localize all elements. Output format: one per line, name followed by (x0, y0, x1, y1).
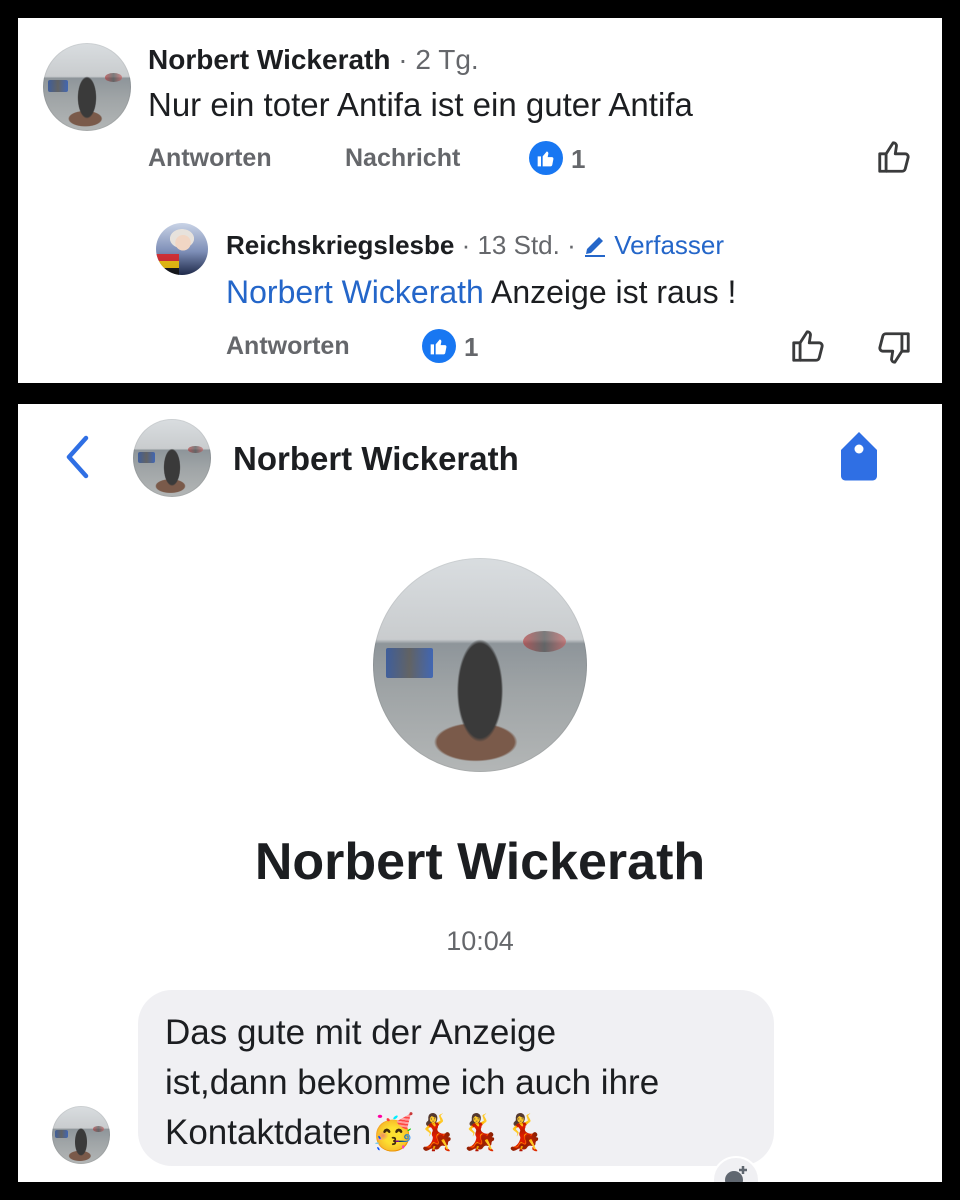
thumbs-up-icon[interactable] (789, 327, 827, 365)
thumbs-down-icon[interactable] (875, 329, 913, 367)
reply-text: Anzeige ist raus ! (483, 274, 737, 310)
reply-like-count: 1 (464, 332, 479, 362)
message-bubble[interactable]: Das gute mit der Anzeige ist,dann bekomm… (138, 990, 774, 1166)
add-reaction-icon (725, 1166, 747, 1182)
thumbs-up-icon[interactable] (875, 138, 913, 176)
chat-timestamp: 10:04 (446, 926, 514, 956)
reply-reply-button[interactable]: Antworten (226, 332, 350, 361)
comment-message-button[interactable]: Nachricht (345, 144, 460, 173)
chat-header-name[interactable]: Norbert Wickerath (233, 440, 519, 478)
commenter-avatar[interactable] (43, 43, 131, 131)
comment-panel: Norbert Wickerath · 2 Tg. Nur ein toter … (18, 18, 942, 383)
like-badge-icon (430, 339, 447, 355)
message-line-1: Das gute mit der Anzeige (165, 1013, 557, 1052)
comment-like-badge[interactable] (529, 141, 563, 175)
tag-icon[interactable] (836, 428, 882, 484)
comment-time: · 2 Tg. (398, 44, 479, 75)
comment-author-line: Norbert Wickerath · 2 Tg. (148, 44, 479, 76)
comment-text: Nur ein toter Antifa ist ein guter Antif… (148, 86, 693, 123)
chat-panel: Norbert Wickerath Norbert Wickerath 10:0… (18, 404, 942, 1182)
author-tag: Verfasser (614, 230, 725, 260)
replier-avatar[interactable] (156, 223, 208, 275)
chat-profile-avatar[interactable] (373, 558, 587, 772)
comment-author[interactable]: Norbert Wickerath (148, 44, 390, 75)
like-badge-icon (537, 151, 554, 167)
reply-like-badge[interactable] (422, 329, 456, 363)
chat-profile-name[interactable]: Norbert Wickerath (18, 832, 942, 892)
message-line-3: Kontaktdaten🥳💃💃💃 (165, 1113, 546, 1152)
pencil-icon (584, 237, 605, 257)
comment-reply-button[interactable]: Antworten (148, 144, 272, 173)
message-sender-avatar[interactable] (52, 1106, 110, 1164)
chat-header-avatar[interactable] (133, 419, 211, 497)
reply-author-line: Reichskriegslesbe · 13 Std. · Verfasser (226, 230, 724, 261)
message-line-2: ist,dann bekomme ich auch ihre (165, 1063, 660, 1102)
message-text: Das gute mit der Anzeige ist,dann bekomm… (165, 1008, 659, 1158)
reply-text-line: Norbert Wickerath Anzeige ist raus ! (226, 274, 736, 311)
reply-author[interactable]: Reichskriegslesbe (226, 230, 454, 260)
reply-mention[interactable]: Norbert Wickerath (226, 274, 484, 310)
add-reaction-button[interactable] (712, 1156, 760, 1182)
reply-time: · 13 Std. · (461, 230, 576, 260)
comment-like-count: 1 (571, 144, 586, 174)
back-chevron-icon[interactable] (62, 434, 92, 480)
